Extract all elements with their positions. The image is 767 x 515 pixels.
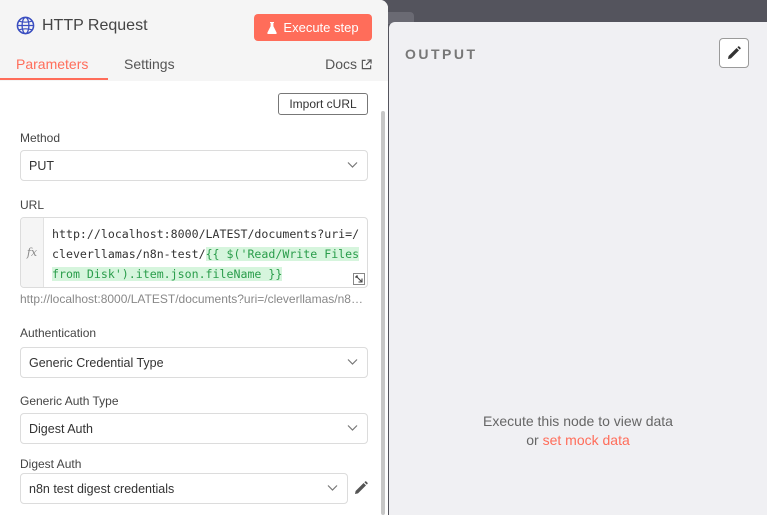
url-resolved-preview: http://localhost:8000/LATEST/documents?u… [20, 292, 365, 306]
digest-auth-label: Digest Auth [20, 457, 82, 471]
url-value[interactable]: http://localhost:8000/LATEST/documents?u… [52, 224, 364, 284]
parameters-body: Import cURL Method PUT URL fx http://loc… [0, 81, 388, 515]
empty-state-message: Execute this node to view data [483, 413, 673, 429]
node-title-row: HTTP Request [16, 16, 148, 35]
import-curl-button[interactable]: Import cURL [278, 93, 368, 115]
output-title: OUTPUT [405, 46, 478, 62]
chevron-down-icon [327, 485, 338, 491]
scrollbar[interactable] [381, 111, 385, 515]
active-tab-indicator [0, 78, 108, 80]
authentication-select[interactable]: Generic Credential Type [20, 347, 368, 378]
chevron-down-icon [347, 162, 358, 168]
fx-icon: fx [21, 218, 44, 287]
set-mock-data-link[interactable]: set mock data [543, 432, 630, 448]
docs-label: Docs [325, 56, 357, 72]
digest-auth-credential-select[interactable]: n8n test digest credentials [20, 473, 348, 504]
chevron-down-icon [347, 359, 358, 365]
empty-state-secondary: or set mock data [389, 432, 767, 448]
panel-tabs: Parameters Settings Docs [0, 56, 388, 81]
parameters-panel: HTTP Request Execute step Parameters Set… [0, 0, 388, 515]
edit-credential-pencil-icon[interactable] [354, 481, 368, 495]
panel-header: HTTP Request Execute step Parameters Set… [0, 0, 388, 81]
url-expression-input[interactable]: fx http://localhost:8000/LATEST/document… [20, 217, 368, 288]
execute-step-button[interactable]: Execute step [254, 14, 372, 41]
authentication-label: Authentication [20, 326, 97, 340]
external-link-icon [361, 58, 372, 69]
docs-link[interactable]: Docs [325, 56, 372, 72]
method-value: PUT [29, 158, 54, 173]
generic-auth-type-select[interactable]: Digest Auth [20, 413, 368, 444]
tab-settings[interactable]: Settings [124, 56, 175, 72]
chevron-down-icon [347, 425, 358, 431]
globe-icon [16, 16, 35, 35]
empty-state-or: or [526, 432, 543, 448]
node-title[interactable]: HTTP Request [42, 17, 148, 35]
url-label: URL [20, 198, 45, 212]
execute-step-label: Execute step [283, 20, 359, 35]
pencil-icon [728, 46, 741, 59]
tab-parameters[interactable]: Parameters [16, 56, 88, 72]
method-label: Method [20, 131, 61, 145]
generic-auth-type-label: Generic Auth Type [20, 394, 119, 408]
digest-auth-value: n8n test digest credentials [29, 481, 175, 496]
generic-auth-type-value: Digest Auth [29, 421, 93, 436]
method-select[interactable]: PUT [20, 150, 368, 181]
expand-editor-icon[interactable] [353, 273, 365, 285]
output-panel: OUTPUT Execute this node to view data or… [389, 22, 767, 515]
edit-output-button[interactable] [719, 38, 749, 68]
authentication-value: Generic Credential Type [29, 355, 164, 370]
flask-icon [267, 21, 278, 34]
